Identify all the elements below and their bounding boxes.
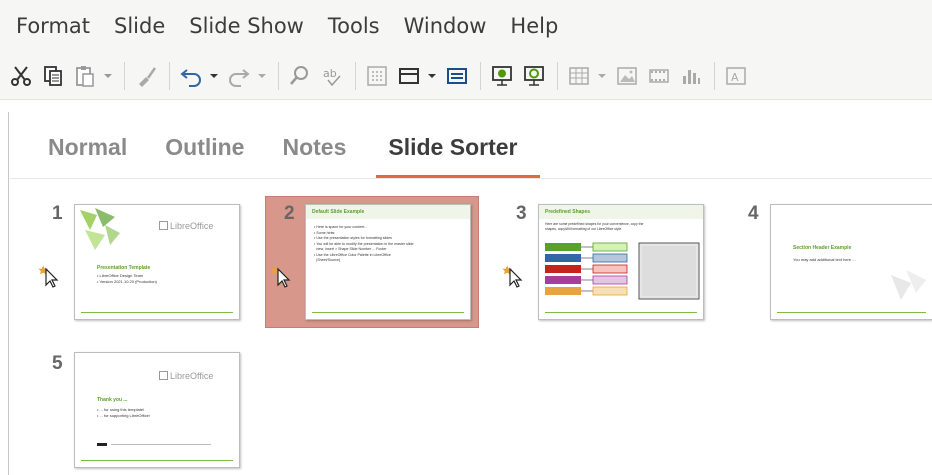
menu-slide-show[interactable]: Slide Show — [189, 14, 304, 38]
leaf-decoration-icon — [891, 270, 926, 300]
slide-footer-line — [81, 312, 233, 313]
leaf-decoration-icon — [80, 208, 120, 250]
slide-footer-line — [81, 460, 233, 461]
view-tabs: Normal Outline Notes Slide Sorter — [48, 130, 564, 178]
slide-footer-line — [545, 312, 697, 313]
menu-window[interactable]: Window — [404, 14, 487, 38]
start-current-slide-icon[interactable] — [519, 60, 549, 92]
slide-body: • LibreOffice Design Team • Version 2021… — [97, 273, 157, 284]
slide-number: 1 — [52, 203, 63, 224]
slide-transition-icon[interactable] — [270, 263, 292, 289]
slide-thumbnail-1[interactable]: LibreOffice Presentation Template • Libr… — [74, 204, 240, 320]
menu-format[interactable]: Format — [16, 14, 90, 38]
media-icon[interactable] — [644, 60, 674, 92]
tab-normal[interactable]: Normal — [48, 130, 127, 178]
slide-thumbnail-4[interactable]: Section Header Example You may add addit… — [770, 204, 932, 320]
slide-footer-line — [777, 312, 926, 313]
license-badge-icon — [97, 443, 107, 446]
tab-notes[interactable]: Notes — [282, 130, 346, 178]
svg-text:A: A — [731, 71, 739, 84]
copy-icon[interactable] — [38, 60, 68, 92]
slide-title: Thank you ... — [97, 397, 128, 403]
slide-title: Predefined Shapes — [545, 209, 591, 215]
toolbar-separator — [124, 61, 125, 90]
standard-toolbar: ab A — [0, 52, 932, 100]
menu-slide[interactable]: Slide — [114, 14, 165, 38]
menu-help[interactable]: Help — [510, 14, 558, 38]
slide-number: 4 — [748, 203, 759, 224]
redo-icon[interactable] — [224, 60, 254, 92]
table-dropdown-icon[interactable] — [596, 60, 608, 92]
toolbar-separator — [557, 61, 558, 90]
slide-number: 2 — [284, 203, 295, 224]
tab-outline[interactable]: Outline — [165, 130, 244, 178]
display-views-icon[interactable] — [394, 60, 424, 92]
slide-body: • ... for using this template! • ... for… — [97, 407, 150, 418]
slide-number: 5 — [52, 353, 63, 374]
table-icon[interactable] — [564, 60, 594, 92]
menu-tools[interactable]: Tools — [328, 14, 380, 38]
find-replace-icon[interactable] — [285, 60, 315, 92]
master-slide-icon[interactable] — [442, 60, 472, 92]
undo-dropdown-icon[interactable] — [208, 60, 220, 92]
clone-formatting-icon[interactable] — [131, 60, 161, 92]
paste-icon[interactable] — [70, 60, 100, 92]
tabs-divider — [10, 178, 932, 179]
svg-text:ab: ab — [323, 67, 337, 80]
cut-icon[interactable] — [6, 60, 36, 92]
slide-title: Presentation Template — [97, 265, 151, 271]
slide-thumbnail-2[interactable]: Default Slide Example • Here is space fo… — [305, 204, 471, 320]
textbox-icon[interactable]: A — [721, 60, 751, 92]
image-icon[interactable] — [612, 60, 642, 92]
libreoffice-logo: LibreOffice — [159, 221, 213, 231]
libreoffice-logo: LibreOffice — [159, 371, 213, 381]
slide-transition-icon[interactable] — [502, 263, 524, 289]
chart-icon[interactable] — [676, 60, 706, 92]
toolbar-separator — [169, 61, 170, 90]
slide-body: Here are some predefined shapes for your… — [545, 222, 644, 231]
toolbar-separator — [355, 61, 356, 90]
tab-slide-sorter[interactable]: Slide Sorter — [376, 130, 540, 178]
spelling-icon[interactable]: ab — [317, 60, 347, 92]
predefined-shapes-diagram — [545, 242, 700, 300]
slide-title: Default Slide Example — [312, 209, 365, 215]
display-views-dropdown-icon[interactable] — [426, 60, 438, 92]
slide-number: 3 — [516, 203, 527, 224]
toolbar-separator — [714, 61, 715, 90]
menu-bar: Format Slide Slide Show Tools Window Hel… — [0, 0, 932, 52]
paste-dropdown-icon[interactable] — [102, 60, 114, 92]
redo-dropdown-icon[interactable] — [256, 60, 268, 92]
slide-body: • Here is space for your content... • So… — [314, 225, 414, 262]
start-first-slide-icon[interactable] — [487, 60, 517, 92]
slide-title: Section Header Example — [793, 245, 852, 251]
toolbar-separator — [278, 61, 279, 90]
slide-thumbnail-3[interactable]: Predefined Shapes Here are some predefin… — [538, 204, 704, 320]
slide-footer-line — [312, 312, 464, 313]
slide-thumbnail-5[interactable]: LibreOffice Thank you ... • ... for usin… — [74, 352, 240, 468]
slide-transition-icon[interactable] — [38, 263, 60, 289]
slide-body: You may add additional text here ... — [793, 257, 856, 262]
toolbar-separator — [480, 61, 481, 90]
grid-icon[interactable] — [362, 60, 392, 92]
license-text-line — [111, 444, 211, 445]
panel-edge — [8, 112, 9, 475]
undo-icon[interactable] — [176, 60, 206, 92]
